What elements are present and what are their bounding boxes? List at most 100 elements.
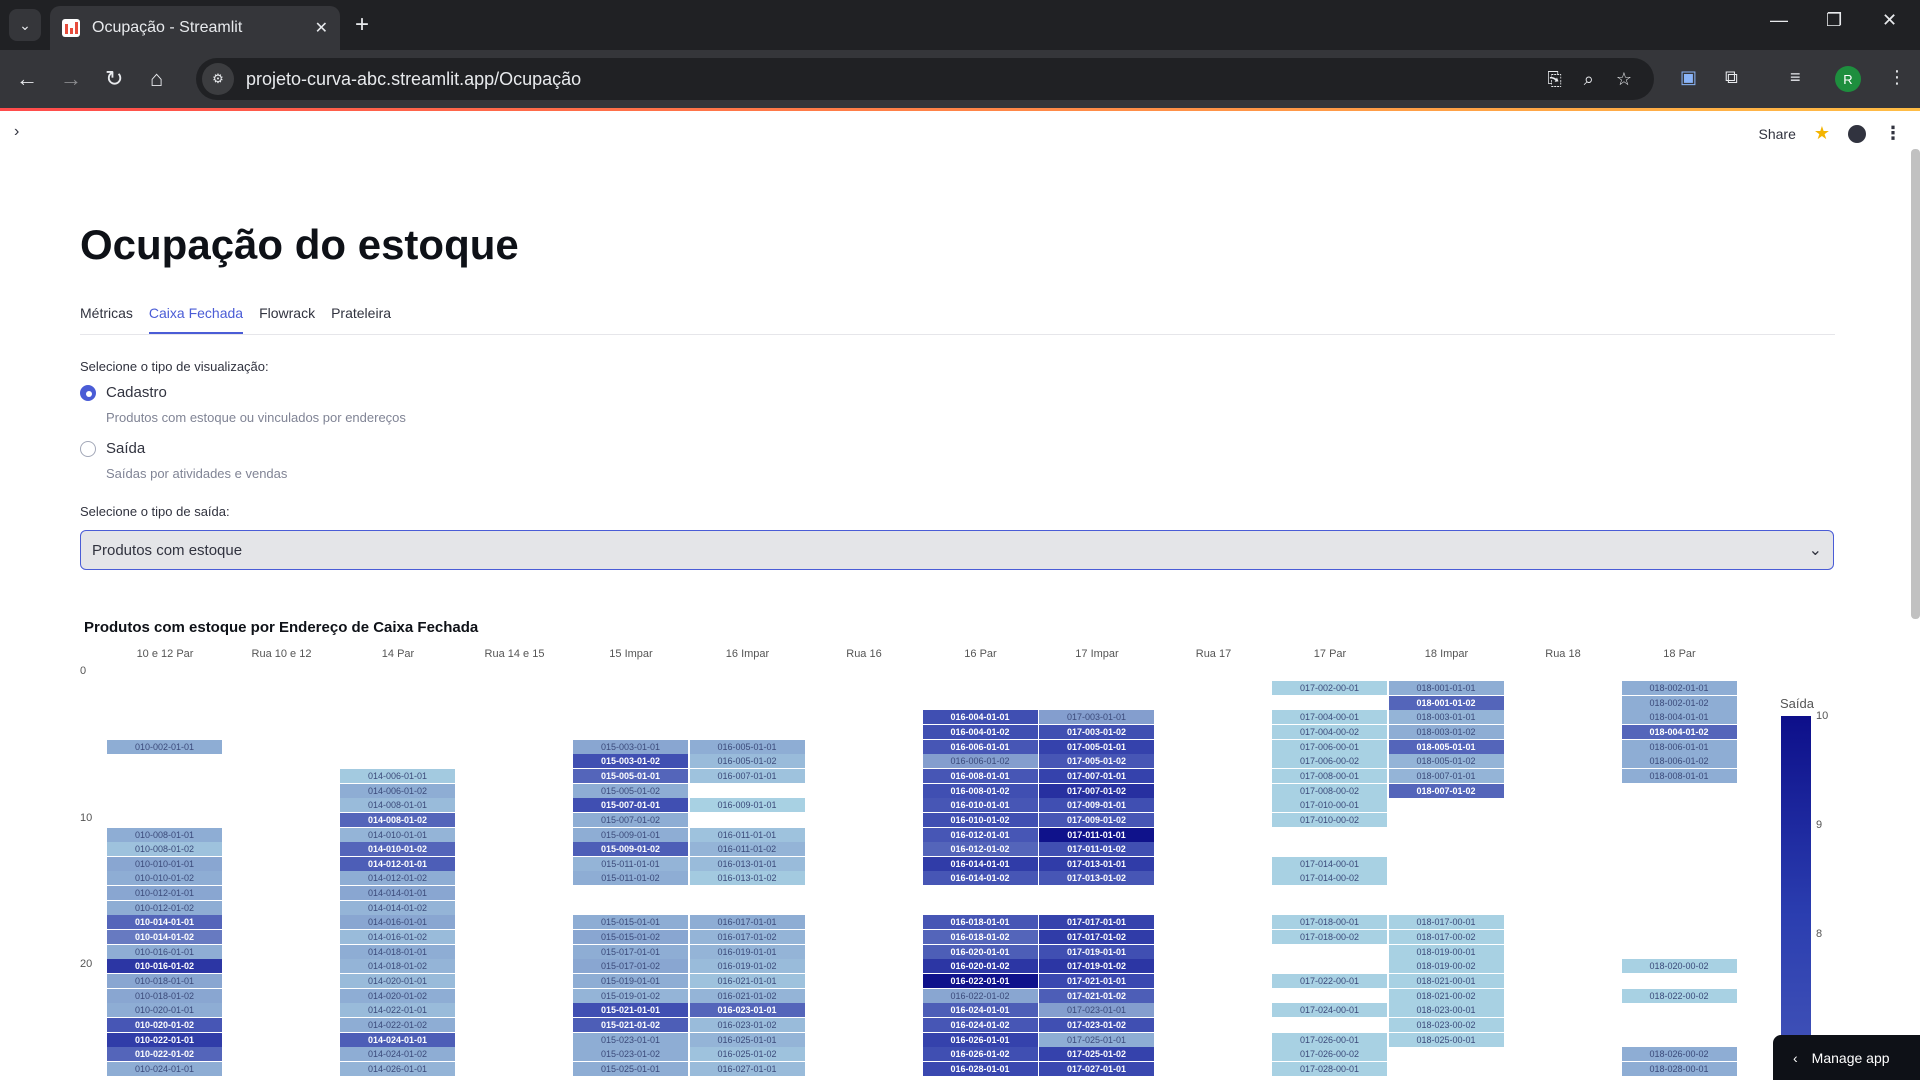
heatmap-cell[interactable]: 018-007-01-01	[1388, 768, 1504, 783]
heatmap-cell[interactable]: 016-004-01-02	[922, 724, 1038, 739]
heatmap-cell[interactable]: 017-017-01-01	[1039, 915, 1154, 930]
forward-icon[interactable]: →	[60, 65, 82, 93]
heatmap-cell[interactable]: 017-023-01-01	[1039, 1003, 1154, 1018]
radio-label[interactable]: Saída	[106, 440, 145, 457]
heatmap-cell[interactable]: 015-015-01-01	[573, 915, 688, 930]
address-bar[interactable]: ⚙ projeto-curva-abc.streamlit.app/Ocupaç…	[196, 58, 1654, 100]
heatmap-cell[interactable]: 015-017-01-01	[573, 944, 688, 959]
heatmap-cell[interactable]: 010-016-01-02	[107, 959, 222, 974]
heatmap-cell[interactable]: 017-018-00-02	[1272, 930, 1387, 945]
heatmap-cell[interactable]: 010-024-01-01	[107, 1061, 222, 1076]
heatmap-cell[interactable]: 017-014-00-01	[1272, 856, 1387, 871]
heatmap-cell[interactable]: 018-023-00-02	[1388, 1017, 1504, 1032]
heatmap-cell[interactable]: 010-020-01-02	[107, 1017, 222, 1032]
heatmap-cell[interactable]: 017-013-01-02	[1039, 871, 1154, 886]
zoom-icon[interactable]: ⌕	[1584, 69, 1594, 90]
heatmap-cell[interactable]: 015-023-01-01	[573, 1032, 688, 1047]
heatmap-cell[interactable]: 016-012-01-02	[922, 842, 1038, 857]
heatmap-cell[interactable]: 014-006-01-01	[340, 768, 455, 783]
heatmap-cell[interactable]: 014-024-01-02	[340, 1047, 455, 1062]
heatmap-cell[interactable]: 017-019-01-01	[1039, 944, 1154, 959]
heatmap-cell[interactable]: 016-014-01-01	[922, 856, 1038, 871]
google-translate-icon[interactable]: ▣	[1680, 67, 1697, 88]
heatmap-cell[interactable]: 015-007-01-02	[573, 812, 688, 827]
heatmap-cell[interactable]: 016-014-01-02	[922, 871, 1038, 886]
heatmap-cell[interactable]: 010-010-01-01	[107, 856, 222, 871]
chevron-down-icon[interactable]: ⌄	[1809, 540, 1822, 560]
tab-flowrack[interactable]: Flowrack	[259, 305, 315, 334]
heatmap-cell[interactable]: 016-021-01-01	[689, 974, 805, 988]
heatmap-cell[interactable]: 014-014-01-01	[340, 886, 455, 901]
heatmap-cell[interactable]: 015-011-01-02	[573, 871, 688, 886]
heatmap-cell[interactable]: 016-024-01-02	[922, 1017, 1038, 1032]
heatmap-cell[interactable]: 016-006-01-02	[922, 754, 1038, 769]
heatmap-cell[interactable]: 017-004-00-01	[1272, 710, 1387, 725]
heatmap-cell[interactable]: 015-009-01-01	[573, 827, 688, 842]
browser-tab[interactable]: Ocupação - Streamlit ✕	[50, 6, 340, 50]
extensions-icon[interactable]: ⧉	[1725, 67, 1738, 88]
minimize-icon[interactable]: —	[1770, 10, 1788, 31]
heatmap-cell[interactable]: 016-018-01-02	[922, 930, 1038, 945]
heatmap-cell[interactable]: 016-019-01-01	[689, 944, 805, 959]
heatmap-cell[interactable]: 014-006-01-02	[340, 783, 455, 798]
close-window-icon[interactable]: ✕	[1882, 10, 1897, 31]
heatmap-cell[interactable]: 016-009-01-01	[689, 798, 805, 813]
heatmap-cell[interactable]: 017-006-00-01	[1272, 739, 1387, 754]
heatmap-cell[interactable]: 018-021-00-02	[1388, 988, 1504, 1003]
heatmap-cell[interactable]: 016-020-01-01	[922, 944, 1038, 959]
heatmap-cell[interactable]: 017-003-01-02	[1039, 724, 1154, 739]
heatmap-cell[interactable]: 016-023-01-02	[689, 1017, 805, 1032]
heatmap-cell[interactable]: 010-018-01-02	[107, 988, 222, 1003]
heatmap-cell[interactable]: 017-002-00-01	[1272, 681, 1387, 695]
heatmap-cell[interactable]: 018-017-00-02	[1388, 930, 1504, 945]
heatmap-cell[interactable]: 018-020-00-02	[1621, 959, 1737, 974]
heatmap-cell[interactable]: 016-012-01-01	[922, 827, 1038, 842]
manage-app-button[interactable]: ‹ Manage app	[1773, 1035, 1920, 1080]
heatmap-cell[interactable]: 010-012-01-02	[107, 900, 222, 915]
heatmap-cell[interactable]: 016-017-01-01	[689, 915, 805, 930]
heatmap-cell[interactable]: 014-022-01-02	[340, 1017, 455, 1032]
heatmap-cell[interactable]: 014-020-01-01	[340, 974, 455, 988]
heatmap-cell[interactable]: 010-022-01-01	[107, 1032, 222, 1047]
home-icon[interactable]: ⌂	[150, 65, 163, 93]
heatmap-cell[interactable]: 014-008-01-02	[340, 812, 455, 827]
heatmap-cell[interactable]: 015-017-01-02	[573, 959, 688, 974]
share-button[interactable]: Share	[1759, 126, 1796, 142]
heatmap-cell[interactable]: 017-005-01-01	[1039, 739, 1154, 754]
heatmap-cell[interactable]: 017-009-01-01	[1039, 798, 1154, 813]
heatmap-cell[interactable]: 016-011-01-02	[689, 842, 805, 857]
heatmap-cell[interactable]: 017-013-01-01	[1039, 856, 1154, 871]
heatmap-cell[interactable]: 016-026-01-02	[922, 1047, 1038, 1062]
heatmap-cell[interactable]: 010-014-01-02	[107, 930, 222, 945]
heatmap-cell[interactable]: 018-002-01-02	[1621, 695, 1737, 710]
heatmap-cell[interactable]: 018-023-00-01	[1388, 1003, 1504, 1018]
heatmap-cell[interactable]: 016-025-01-02	[689, 1047, 805, 1062]
heatmap-cell[interactable]: 016-005-01-01	[689, 739, 805, 754]
heatmap-cell[interactable]: 018-017-00-01	[1388, 915, 1504, 930]
heatmap-cell[interactable]: 017-014-00-02	[1272, 871, 1387, 886]
heatmap-cell[interactable]: 017-026-00-01	[1272, 1032, 1387, 1047]
heatmap-cell[interactable]: 018-003-01-02	[1388, 724, 1504, 739]
heatmap-cell[interactable]: 017-021-01-01	[1039, 974, 1154, 988]
heatmap-cell[interactable]: 017-006-00-02	[1272, 754, 1387, 769]
heatmap-cell[interactable]: 010-012-01-01	[107, 886, 222, 901]
heatmap-cell[interactable]: 014-014-01-02	[340, 900, 455, 915]
url-text[interactable]: projeto-curva-abc.streamlit.app/Ocupação	[246, 69, 1547, 90]
heatmap-cell[interactable]: 016-026-01-01	[922, 1032, 1038, 1047]
heatmap-cell[interactable]: 016-005-01-02	[689, 754, 805, 769]
heatmap-cell[interactable]: 015-023-01-02	[573, 1047, 688, 1062]
heatmap-cell[interactable]: 018-006-01-01	[1621, 739, 1737, 754]
heatmap-cell[interactable]: 014-012-01-01	[340, 856, 455, 871]
heatmap-cell[interactable]: 014-018-01-02	[340, 959, 455, 974]
heatmap-cell[interactable]: 016-022-01-02	[922, 988, 1038, 1003]
heatmap-cell[interactable]: 010-022-01-02	[107, 1047, 222, 1062]
heatmap-cell[interactable]: 015-019-01-02	[573, 988, 688, 1003]
heatmap-cell[interactable]: 015-003-01-01	[573, 739, 688, 754]
heatmap-cell[interactable]: 018-004-01-02	[1621, 724, 1737, 739]
radio-cadastro[interactable]: Cadastro	[80, 384, 167, 401]
heatmap-cell[interactable]: 017-025-01-02	[1039, 1047, 1154, 1062]
heatmap-cell[interactable]: 018-004-01-01	[1621, 710, 1737, 725]
heatmap-cell[interactable]: 010-018-01-01	[107, 974, 222, 988]
heatmap-cell[interactable]: 014-022-01-01	[340, 1003, 455, 1018]
heatmap-cell[interactable]: 018-005-01-02	[1388, 754, 1504, 769]
